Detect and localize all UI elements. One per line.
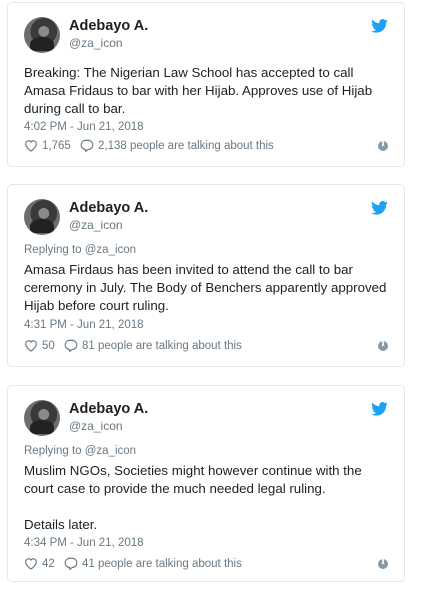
reply-mention-link[interactable]: @za_icon [85,244,136,256]
avatar[interactable] [24,199,60,235]
author-handle[interactable]: @za_icon [69,419,123,433]
tweet-card[interactable]: Adebayo A. @za_icon Breaking: The Nigeri… [7,2,405,167]
tweet-actions: 50 81 people are talking about this [24,339,388,355]
reply-bubble-icon [80,139,94,152]
tweet-timestamp[interactable]: 4:02 PM - Jun 21, 2018 [24,121,144,133]
replying-to: Replying to @za_icon [24,445,136,457]
tweet-text: Breaking: The Nigerian Law School has ac… [24,65,373,116]
info-icon[interactable] [378,557,388,569]
author-name[interactable]: Adebayo A. [69,18,148,34]
talking-count: 2,138 people are talking about this [97,139,274,152]
tweet-timestamp[interactable]: 4:31 PM - Jun 21, 2018 [24,319,144,331]
tweet-card[interactable]: Adebayo A. @za_icon Replying to @za_icon… [7,184,405,367]
like-count: 50 [42,339,55,352]
like-button[interactable]: 50 [24,339,55,352]
heart-icon [25,340,37,352]
conversation-link[interactable]: 41 people are talking about this [64,557,242,570]
like-count: 1,765 [42,139,71,152]
conversation-link[interactable]: 2,138 people are talking about this [80,139,274,152]
like-button[interactable]: 42 [24,557,55,570]
talking-count: 41 people are talking about this [82,557,242,570]
author-name[interactable]: Adebayo A. [69,200,148,216]
tweet-timestamp[interactable]: 4:34 PM - Jun 21, 2018 [24,537,144,549]
tweet-header: Adebayo A. @za_icon [24,400,388,436]
like-button[interactable]: 1,765 [24,139,71,152]
reply-bubble-icon [64,339,78,352]
info-icon[interactable] [378,339,388,351]
tweet-card[interactable]: Adebayo A. @za_icon Replying to @za_icon… [7,385,405,582]
tweet-header: Adebayo A. @za_icon [24,17,388,53]
tweet-text: Amasa Firdaus has been invited to attend… [24,262,387,313]
tweet-text: Muslim NGOs, Societies might however con… [24,463,362,532]
replying-prefix: Replying to [24,445,82,457]
tweet-actions: 1,765 2,138 people are talking about thi… [24,139,388,155]
reply-mention-link[interactable]: @za_icon [85,445,136,457]
info-icon[interactable] [378,139,388,151]
like-count: 42 [42,557,55,570]
tweet-header: Adebayo A. @za_icon [24,199,388,235]
reply-bubble-icon [64,557,78,570]
talking-count: 81 people are talking about this [82,339,242,352]
twitter-bird-icon[interactable] [371,201,388,215]
tweet-actions: 42 41 people are talking about this [24,557,388,573]
author-name[interactable]: Adebayo A. [69,401,148,417]
avatar[interactable] [24,17,60,53]
author-handle[interactable]: @za_icon [69,218,123,232]
heart-icon [25,140,37,152]
heart-icon [25,558,37,570]
author-handle[interactable]: @za_icon [69,36,123,50]
avatar[interactable] [24,400,60,436]
replying-to: Replying to @za_icon [24,244,136,256]
twitter-bird-icon[interactable] [371,402,388,416]
twitter-bird-icon[interactable] [371,19,388,33]
replying-prefix: Replying to [24,244,82,256]
conversation-link[interactable]: 81 people are talking about this [64,339,242,352]
